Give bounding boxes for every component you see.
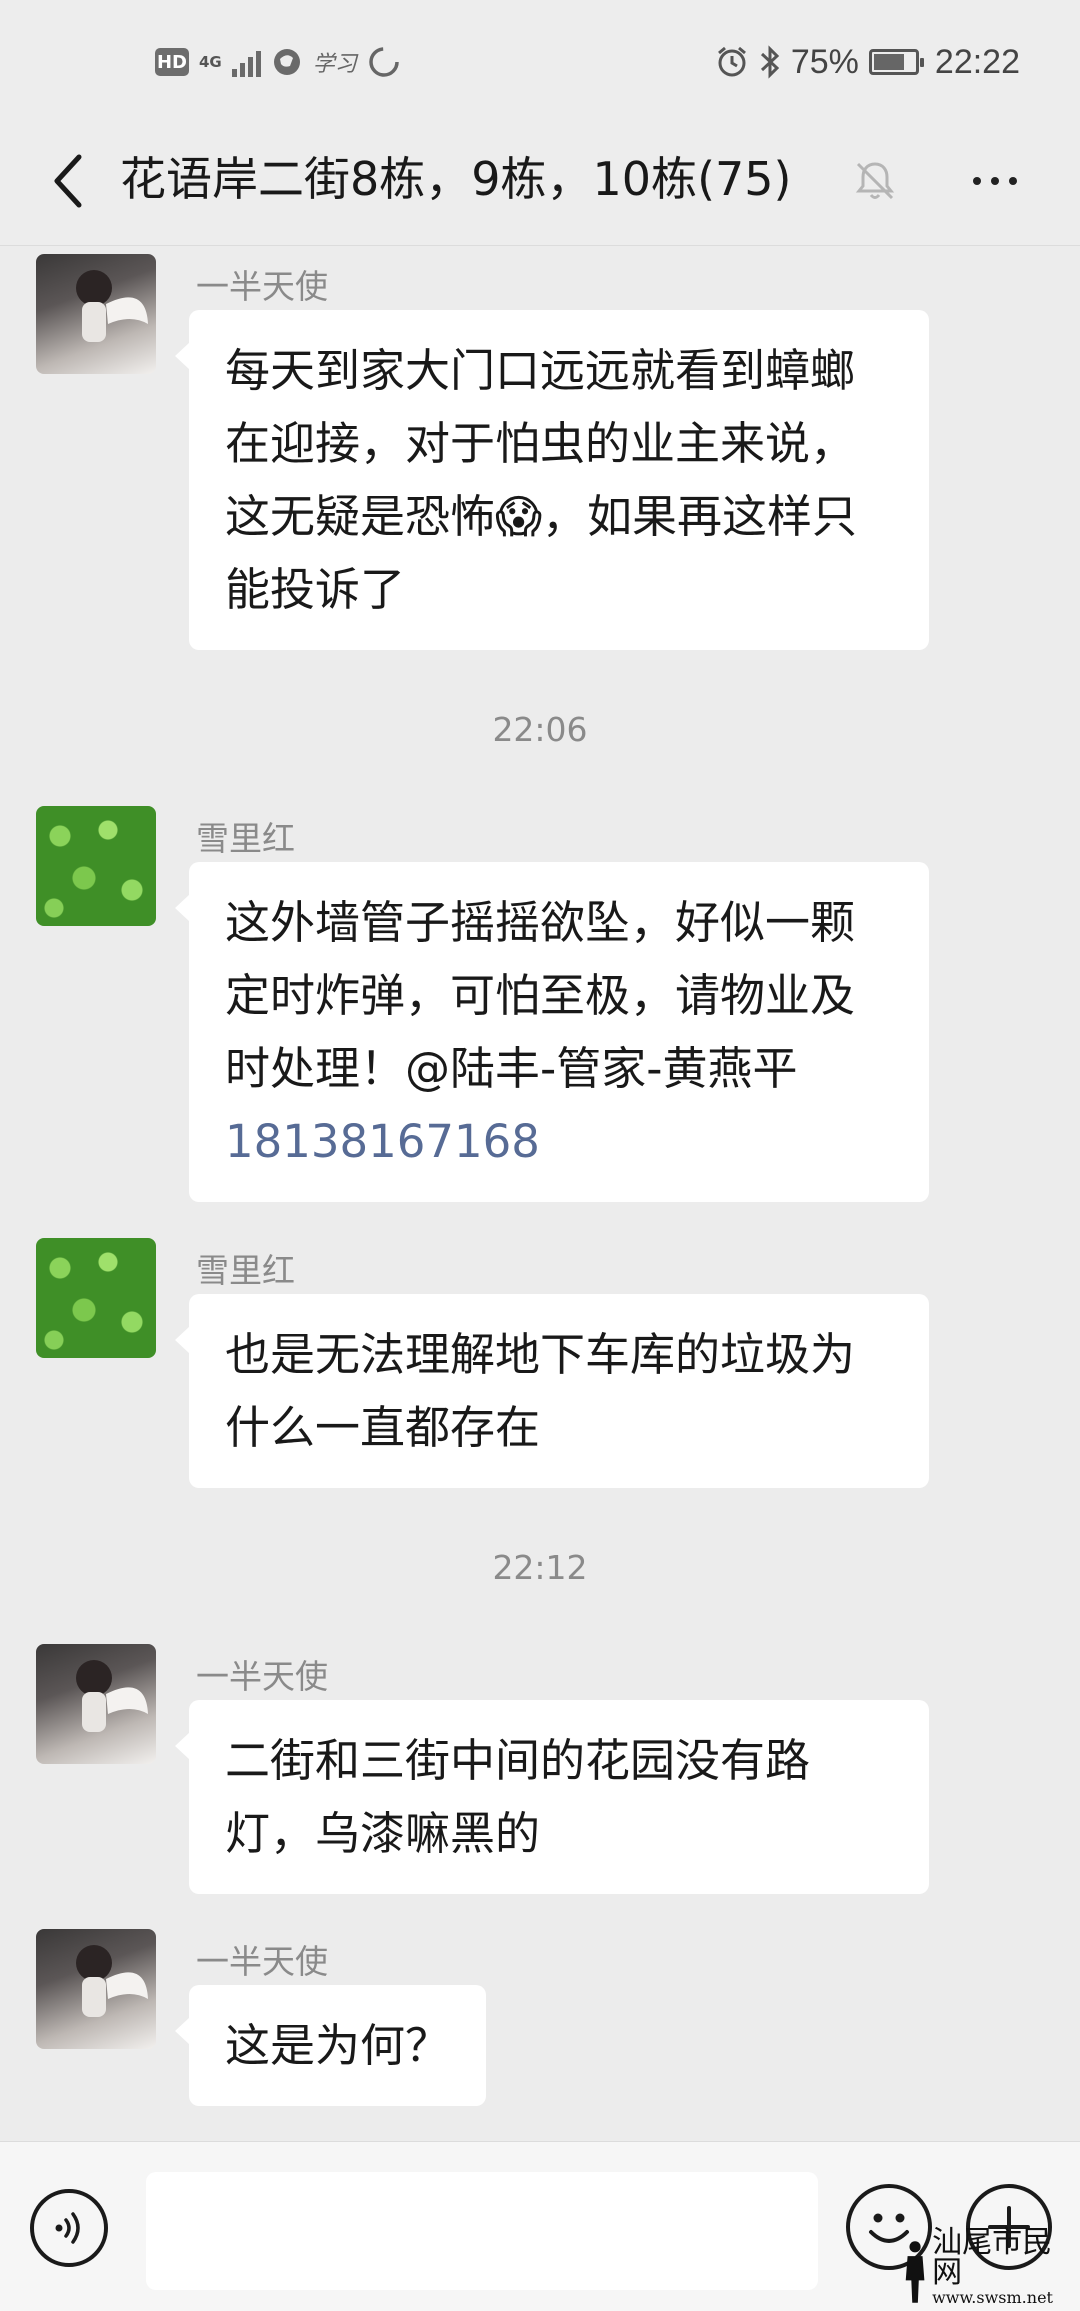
- message-bubble[interactable]: 这是为何？: [174, 1985, 487, 2106]
- chat-message: 一半天使 二街和三街中间的花园没有路灯，乌漆嘛黑的: [36, 1644, 1036, 1904]
- avatar[interactable]: [36, 1929, 156, 2049]
- phone-number-link[interactable]: 18138167168: [225, 1115, 540, 1168]
- angel-avatar-icon: [76, 1660, 148, 1732]
- mute-bell-icon: [855, 162, 895, 200]
- more-icon: [973, 177, 981, 185]
- sender-name: 一半天使: [196, 267, 328, 306]
- avatar[interactable]: [36, 806, 156, 926]
- person-silhouette-icon: [905, 2241, 925, 2303]
- angel-avatar-icon: [76, 270, 148, 342]
- sender-name: 雪里红: [196, 819, 295, 858]
- message-text: 这外墙管子摇摇欲坠，好似一颗定时炸弹，可怕至极，请物业及时处理！@陆丰-管家-黄…: [225, 896, 856, 1095]
- network-type: 4G: [199, 53, 222, 71]
- hd-badge: HD: [155, 48, 189, 76]
- chat-message: 一半天使 这是为何？: [36, 1929, 1036, 2109]
- message-text: 这是为何？: [225, 2019, 451, 2072]
- back-icon: [54, 154, 82, 208]
- status-left: HD 4G 学习: [155, 42, 401, 82]
- study-app-icon: 学习: [312, 52, 357, 77]
- voice-button[interactable]: [30, 2189, 108, 2267]
- message-bubble[interactable]: 每天到家大门口远远就看到蟑螂在迎接，对于怕虫的业主来说，这无疑是恐怖😱，如果再这…: [175, 310, 929, 650]
- signal-icon: [231, 47, 261, 77]
- voice-icon: [55, 2212, 80, 2244]
- message-input[interactable]: [146, 2172, 818, 2290]
- battery-fill: [873, 54, 904, 70]
- site-watermark: 汕尾市民网 www.swsm.net: [902, 2225, 1072, 2307]
- avatar[interactable]: [36, 1238, 156, 1358]
- watermark-text: 汕尾市民网: [932, 2225, 1053, 2290]
- avatar[interactable]: [36, 254, 156, 374]
- input-bar: 汕尾市民网 www.swsm.net: [0, 2141, 1080, 2311]
- scream-emoji-icon: 😱: [495, 490, 542, 543]
- message-bubble[interactable]: 也是无法理解地下车库的垃圾为什么一直都存在: [175, 1294, 929, 1488]
- chat-title[interactable]: 花语岸二街8栋，9栋，10栋(75): [120, 144, 792, 214]
- sender-name: 一半天使: [196, 1657, 328, 1696]
- status-bar: HD 4G 学习 75% 22:22: [0, 0, 1080, 120]
- back-button[interactable]: [38, 146, 98, 216]
- message-text: 也是无法理解地下车库的垃圾为什么一直都存在: [225, 1328, 856, 1454]
- status-right: 75% 22:22: [715, 40, 1020, 84]
- app-notification-icon: [273, 49, 300, 75]
- chat-messages[interactable]: 一半天使 每天到家大门口远远就看到蟑螂在迎接，对于怕虫的业主来说，这无疑是恐怖😱…: [0, 246, 1080, 2141]
- timestamp: 22:06: [492, 710, 588, 749]
- bluetooth-icon: [760, 45, 780, 79]
- chat-message: 雪里红 也是无法理解地下车库的垃圾为什么一直都存在: [36, 1238, 1036, 1498]
- message-bubble[interactable]: 这外墙管子摇摇欲坠，好似一颗定时炸弹，可怕至极，请物业及时处理！@陆丰-管家-黄…: [175, 862, 929, 1202]
- avatar[interactable]: [36, 1644, 156, 1764]
- clock-time: 22:22: [934, 42, 1020, 81]
- sender-name: 一半天使: [196, 1942, 328, 1981]
- loading-icon: [369, 47, 399, 77]
- sender-name: 雪里红: [196, 1251, 295, 1290]
- more-button[interactable]: [960, 148, 1030, 214]
- alarm-icon: [717, 46, 746, 77]
- message-text: 二街和三街中间的花园没有路灯，乌漆嘛黑的: [225, 1734, 811, 1860]
- battery-percent: 75%: [790, 42, 859, 81]
- battery-icon: [868, 49, 924, 75]
- chat-message: 雪里红 这外墙管子摇摇欲坠，好似一颗定时炸弹，可怕至极，请物业及时处理！@陆丰-…: [36, 806, 1036, 1216]
- angel-avatar-icon: [76, 1945, 148, 2017]
- watermark-url: www.swsm.net: [932, 2288, 1053, 2307]
- chat-message: 一半天使 每天到家大门口远远就看到蟑螂在迎接，对于怕虫的业主来说，这无疑是恐怖😱…: [36, 254, 1036, 664]
- timestamp: 22:12: [492, 1548, 588, 1587]
- chat-header: 花语岸二街8栋，9栋，10栋(75): [0, 120, 1080, 246]
- message-bubble[interactable]: 二街和三街中间的花园没有路灯，乌漆嘛黑的: [175, 1700, 929, 1894]
